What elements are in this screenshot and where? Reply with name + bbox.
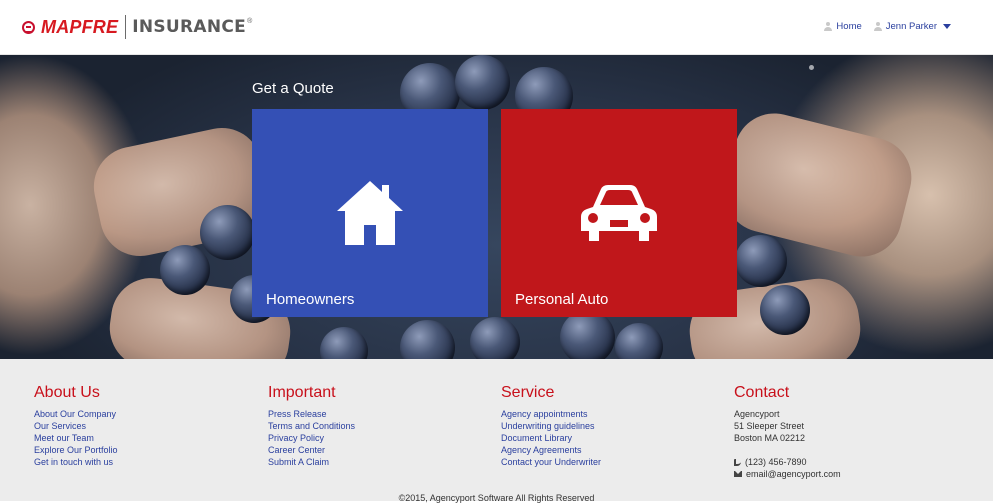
user-name-label: Jenn Parker [885,21,937,32]
site-footer: About Us About Our Company Our Services … [0,359,993,503]
personal-auto-label: Personal Auto [515,291,609,308]
house-icon [337,181,403,245]
footer-important-column: Important Press Release Terms and Condit… [268,384,468,468]
career-center-link[interactable]: Career Center [268,445,325,455]
carousel-indicator[interactable] [809,65,814,70]
user-icon [873,22,882,31]
privacy-policy-link[interactable]: Privacy Policy [268,433,324,443]
logo-insurance-text: INSURANCE [132,17,247,37]
hero-banner: Get a Quote Homeowners Personal Auto [0,55,993,359]
contact-company: Agencyport [734,409,780,419]
background-grape [160,245,210,295]
contact-underwriter-link[interactable]: Contact your Underwriter [501,457,601,467]
footer-about-column: About Us About Our Company Our Services … [34,384,234,468]
phone-icon [734,458,741,466]
contact-email-row[interactable]: email@agencyport.com [734,468,934,480]
background-grape [560,310,615,359]
contact-phone: (123) 456-7890 [745,457,807,467]
submit-a-claim-link[interactable]: Submit A Claim [268,457,329,467]
background-grape [455,55,510,110]
press-release-link[interactable]: Press Release [268,409,327,419]
envelope-icon [734,471,742,477]
agency-agreements-link[interactable]: Agency Agreements [501,445,582,455]
contact-spacer [734,444,934,456]
background-grape [320,327,368,359]
agency-appointments-link[interactable]: Agency appointments [501,409,588,419]
our-services-link[interactable]: Our Services [34,421,86,431]
chevron-down-icon [943,24,951,29]
service-heading: Service [501,384,555,401]
mapfre-logo[interactable]: MAPFRE INSURANCE ® [22,14,252,40]
document-library-link[interactable]: Document Library [501,433,572,443]
logo-registered-mark: ® [247,17,253,25]
homeowners-quote-tile[interactable]: Homeowners [252,109,488,317]
background-grape [470,317,520,359]
background-grape [200,205,255,260]
get-a-quote-heading: Get a Quote [252,80,334,97]
background-grape [760,285,810,335]
terms-and-conditions-link[interactable]: Terms and Conditions [268,421,355,431]
contact-heading: Contact [734,384,790,401]
contact-email[interactable]: email@agencyport.com [746,468,841,480]
mapfre-emblem-icon [22,20,35,34]
about-our-company-link[interactable]: About Our Company [34,409,116,419]
contact-city: Boston MA 02212 [734,433,806,443]
footer-contact-column: Contact Agencyport 51 Sleeper Street Bos… [734,384,934,480]
homeowners-label: Homeowners [266,291,355,308]
user-menu-dropdown[interactable]: Jenn Parker [873,21,951,32]
home-link[interactable]: Home [824,21,862,32]
site-header: MAPFRE INSURANCE ® Home Jenn Parker [0,0,993,55]
about-us-heading: About Us [34,384,100,401]
logo-divider [125,15,127,39]
get-in-touch-link[interactable]: Get in touch with us [34,457,113,467]
background-grape [735,235,787,287]
contact-phone-row: (123) 456-7890 [734,456,934,468]
car-icon [581,185,657,241]
important-heading: Important [268,384,336,401]
footer-service-column: Service Agency appointments Underwriting… [501,384,701,468]
meet-our-team-link[interactable]: Meet our Team [34,433,94,443]
home-user-icon [824,22,833,31]
copyright-text: ©2015, Agencyport Software All Rights Re… [398,493,595,503]
underwriting-guidelines-link[interactable]: Underwriting guidelines [501,421,595,431]
personal-auto-quote-tile[interactable]: Personal Auto [501,109,737,317]
background-grape [400,320,455,359]
explore-portfolio-link[interactable]: Explore Our Portfolio [34,445,118,455]
contact-street: 51 Sleeper Street [734,421,805,431]
background-grape [615,323,663,359]
top-nav: Home Jenn Parker [812,21,951,32]
home-link-label: Home [836,21,862,32]
logo-brand-text: MAPFRE [41,16,119,37]
